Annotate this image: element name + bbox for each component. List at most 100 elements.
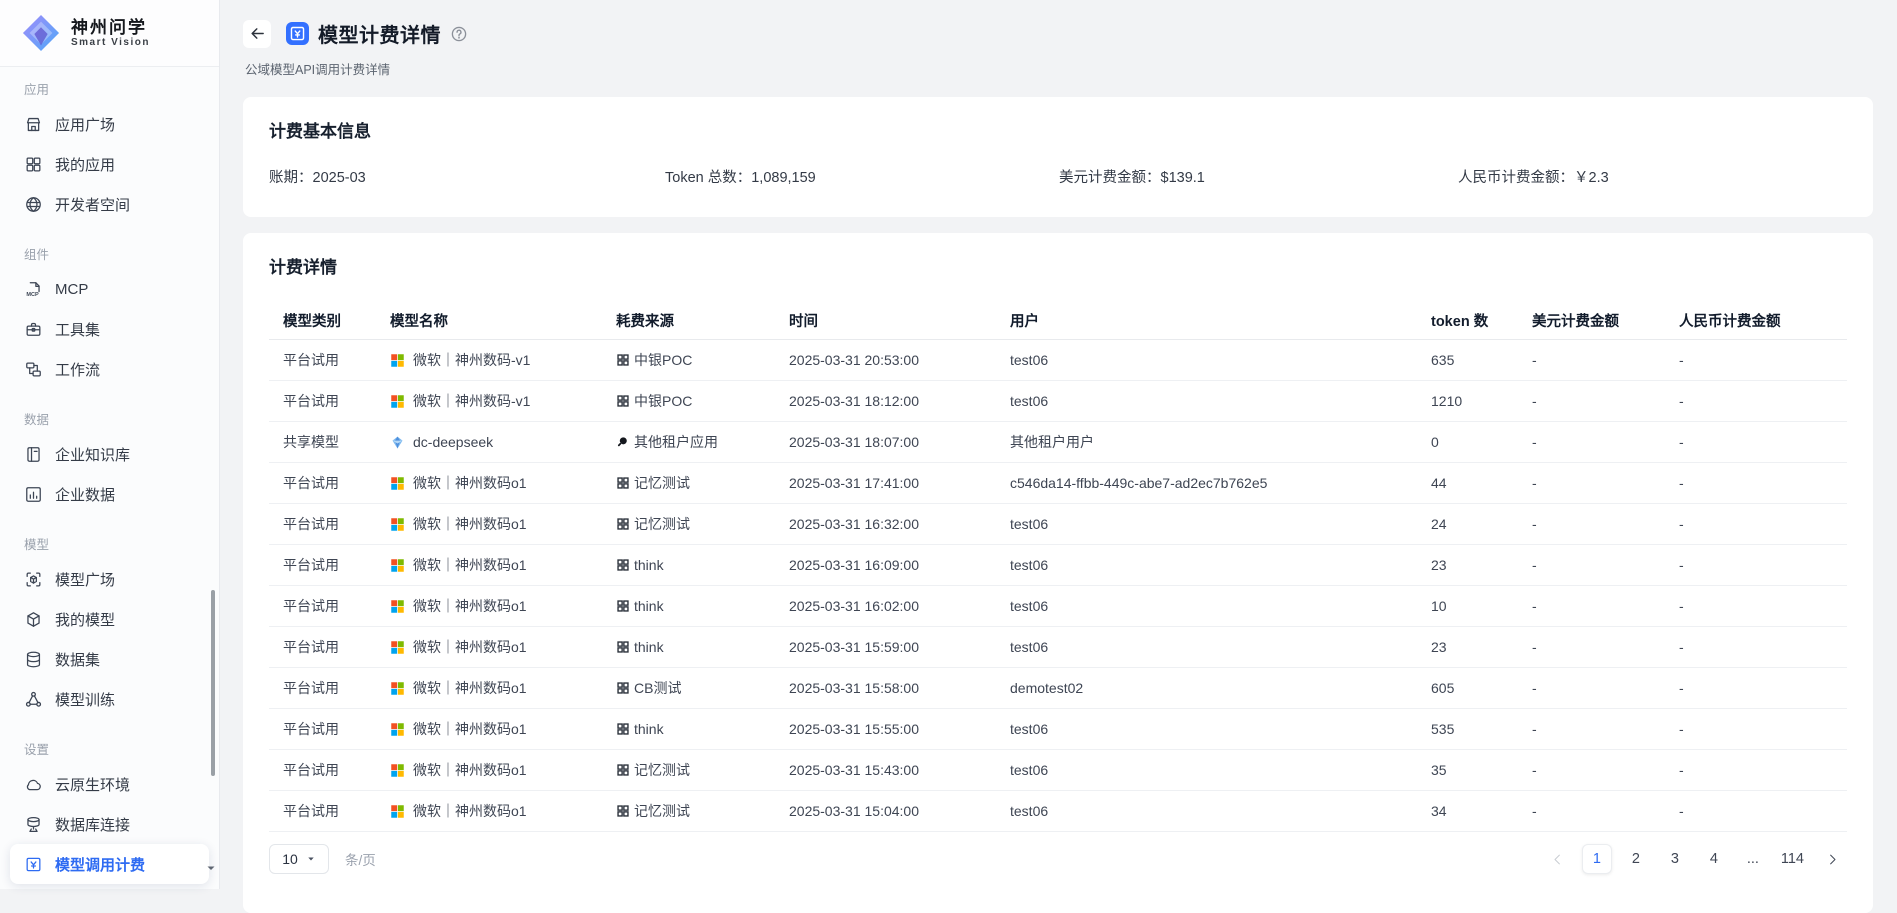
pagination-next-icon[interactable]	[1817, 844, 1847, 874]
app-grid-icon	[616, 804, 630, 818]
summary-field-label: 人民币计费金额：	[1458, 170, 1574, 186]
sidebar-item-model-billing[interactable]: 模型调用计费	[10, 844, 209, 884]
model-category: 平台试用	[283, 475, 339, 491]
cell-model-name: 微软｜神州数码o1	[376, 596, 602, 616]
back-button[interactable]	[243, 20, 271, 48]
pagination-page-114[interactable]: 114	[1777, 844, 1808, 874]
brand-tagline: Smart Vision	[71, 37, 150, 48]
time-value: 2025-03-31 16:09:00	[789, 557, 919, 573]
app-grid-icon	[616, 640, 630, 654]
tokens-value: 23	[1431, 557, 1447, 573]
nodes-icon	[24, 690, 43, 709]
user-value: demotest02	[1010, 680, 1083, 696]
pagination-page-1[interactable]: 1	[1582, 844, 1612, 874]
sidebar-item-label: 数据集	[55, 649, 100, 670]
nav-section-label: 设置	[24, 739, 195, 755]
source-name: think	[634, 721, 664, 737]
source-name: think	[634, 639, 664, 655]
cell-rmb-amount: -	[1665, 803, 1847, 819]
sidebar-item-model-market[interactable]: 模型广场	[10, 559, 209, 599]
cell-tokens: 23	[1417, 639, 1518, 655]
cell-tokens: 10	[1417, 598, 1518, 614]
cell-source: think	[602, 598, 775, 614]
app-grid-icon	[616, 353, 630, 367]
tokens-value: 0	[1431, 434, 1439, 450]
usd-value: -	[1532, 639, 1537, 655]
app-grid-icon	[616, 558, 630, 572]
nav-section-label: 数据	[24, 409, 195, 425]
sidebar-item-workflow[interactable]: 工作流	[10, 349, 209, 389]
sidebar-item-label: 云原生环境	[55, 774, 130, 795]
nav-section-label: 模型	[24, 534, 195, 550]
pagination-page-4[interactable]: 4	[1699, 844, 1729, 874]
cell-source: think	[602, 721, 775, 737]
sidebar-item-my-models[interactable]: 我的模型	[10, 599, 209, 639]
pagination-page-2[interactable]: 2	[1621, 844, 1651, 874]
page-size-value: 10	[282, 851, 298, 867]
user-value: test06	[1010, 352, 1048, 368]
per-page-label: 条/页	[345, 849, 376, 869]
sidebar-item-dev-space[interactable]: 开发者空间	[10, 184, 209, 224]
source-name: think	[634, 598, 664, 614]
cell-source: 记忆测试	[602, 473, 775, 493]
pagination-page-3[interactable]: 3	[1660, 844, 1690, 874]
table-header-cell: 耗费来源	[602, 310, 775, 331]
cell-source: 其他租户应用	[602, 432, 775, 452]
microsoft-logo-icon	[390, 517, 405, 532]
user-value: test06	[1010, 393, 1048, 409]
microsoft-logo-icon	[390, 640, 405, 655]
sidebar-item-db-connection[interactable]: 数据库连接	[10, 804, 209, 844]
model-category: 平台试用	[283, 639, 339, 655]
cell-source: think	[602, 557, 775, 573]
cell-model-category: 共享模型	[269, 432, 376, 452]
cell-usd-amount: -	[1518, 680, 1665, 696]
model-name: 微软｜神州数码o1	[413, 596, 527, 616]
sidebar-item-knowledge-base[interactable]: 企业知识库	[10, 434, 209, 474]
brand-logo-icon	[22, 14, 60, 52]
rmb-value: -	[1679, 803, 1684, 819]
tokens-value: 35	[1431, 762, 1447, 778]
time-value: 2025-03-31 16:32:00	[789, 516, 919, 532]
sidebar-scroll-down-icon[interactable]	[204, 861, 218, 875]
model-name: 微软｜神州数码-v1	[413, 350, 530, 370]
time-value: 2025-03-31 15:59:00	[789, 639, 919, 655]
model-scan-icon	[24, 570, 43, 589]
usd-value: -	[1532, 803, 1537, 819]
help-icon[interactable]	[450, 25, 468, 43]
microsoft-logo-icon	[390, 804, 405, 819]
time-value: 2025-03-31 15:58:00	[789, 680, 919, 696]
pagination-ellipsis[interactable]: ...	[1738, 844, 1768, 874]
app-grid-icon	[616, 517, 630, 531]
cell-tokens: 24	[1417, 516, 1518, 532]
page-size-select[interactable]: 10	[269, 844, 329, 874]
pagination-prev-icon[interactable]	[1543, 844, 1573, 874]
usd-value: -	[1532, 434, 1537, 450]
summary-field: Token 总数：1,089,159	[665, 166, 1059, 187]
table-row: 平台试用微软｜神州数码-v1中银POC2025-03-31 20:53:00te…	[269, 340, 1847, 381]
page-subtitle: 公域模型API调用计费详情	[245, 59, 468, 78]
sidebar-item-mcp[interactable]: MCPMCP	[10, 269, 209, 309]
sidebar-item-my-apps[interactable]: 我的应用	[10, 144, 209, 184]
usd-value: -	[1532, 352, 1537, 368]
sidebar-item-app-market[interactable]: 应用广场	[10, 104, 209, 144]
summary-field-value: $139.1	[1161, 170, 1205, 186]
cell-model-category: 平台试用	[269, 350, 376, 370]
table-header-cell: 模型名称	[376, 310, 602, 331]
cell-model-category: 平台试用	[269, 391, 376, 411]
sidebar-item-model-training[interactable]: 模型训练	[10, 679, 209, 719]
sidebar-item-cloud-env[interactable]: 云原生环境	[10, 764, 209, 804]
sidebar-scrollbar-thumb[interactable]	[211, 590, 215, 776]
rmb-value: -	[1679, 434, 1684, 450]
sidebar-item-toolset[interactable]: 工具集	[10, 309, 209, 349]
model-name: 微软｜神州数码o1	[413, 760, 527, 780]
user-value: test06	[1010, 762, 1048, 778]
cell-source: 记忆测试	[602, 514, 775, 534]
cell-model-name: 微软｜神州数码o1	[376, 678, 602, 698]
sidebar-item-label: MCP	[55, 281, 88, 298]
cell-usd-amount: -	[1518, 434, 1665, 450]
tokens-value: 605	[1431, 680, 1454, 696]
source-name: 其他租户应用	[634, 432, 718, 452]
rmb-value: -	[1679, 639, 1684, 655]
sidebar-item-enterprise-data[interactable]: 企业数据	[10, 474, 209, 514]
sidebar-item-datasets[interactable]: 数据集	[10, 639, 209, 679]
